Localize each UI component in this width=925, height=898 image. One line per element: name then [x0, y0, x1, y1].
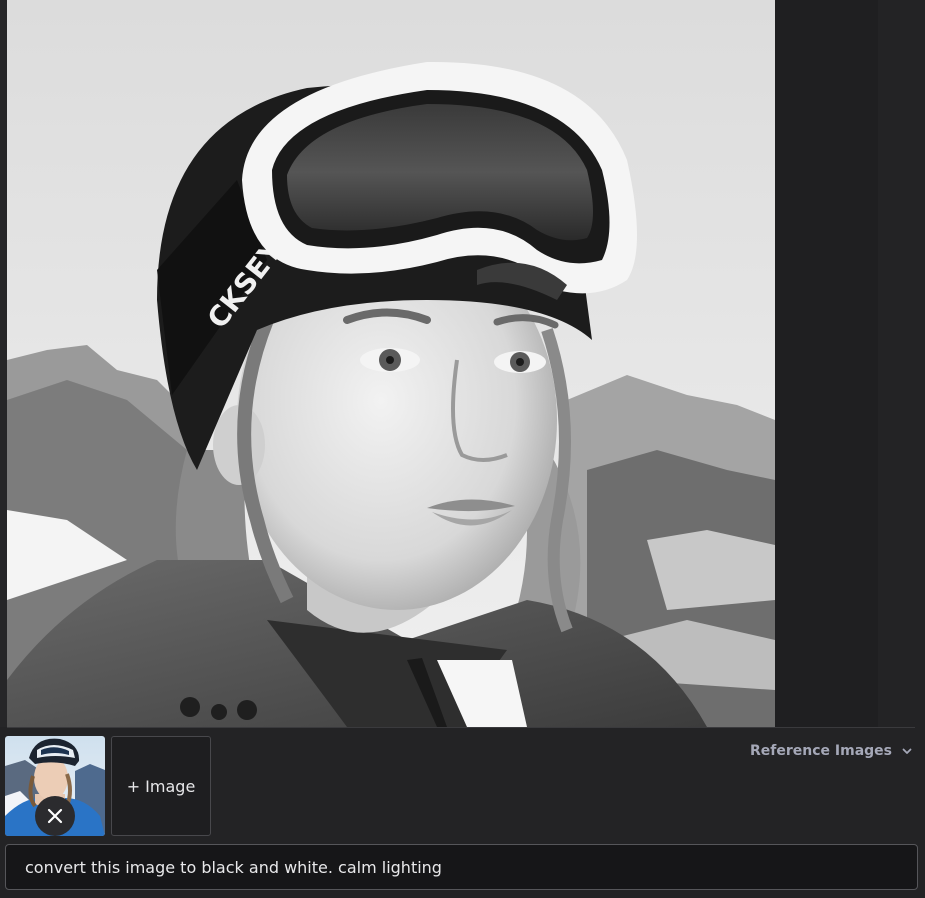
- generated-image[interactable]: CKSEY4: [7, 0, 775, 727]
- reference-images-toggle[interactable]: Reference Images: [750, 741, 913, 761]
- image-canvas: CKSEY4: [0, 0, 925, 727]
- prompt-text: convert this image to black and white. c…: [25, 857, 442, 877]
- side-panel: [775, 0, 878, 727]
- divider: [7, 727, 915, 728]
- close-icon: [47, 808, 63, 824]
- chevron-down-icon: [902, 748, 912, 754]
- generated-image-graphic: CKSEY4: [7, 0, 775, 727]
- canvas-margin: [0, 0, 7, 727]
- image-editor: CKSEY4 + Image Reference Images convert …: [0, 0, 925, 898]
- side-panel-edge: [878, 0, 925, 727]
- reference-images-label: Reference Images: [750, 743, 892, 759]
- remove-reference-button[interactable]: [35, 796, 75, 836]
- prompt-input[interactable]: convert this image to black and white. c…: [5, 844, 918, 890]
- add-image-button[interactable]: + Image: [111, 736, 211, 836]
